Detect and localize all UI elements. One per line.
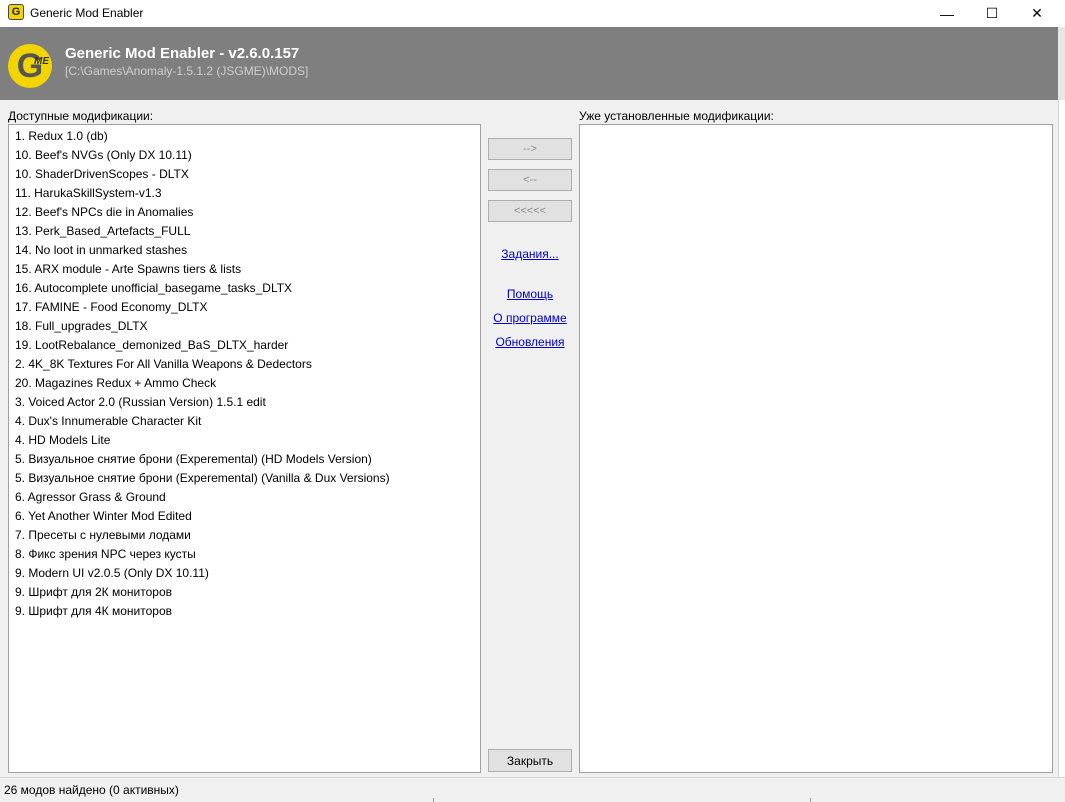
installed-mods-list[interactable] — [579, 124, 1053, 773]
status-bar: 26 модов найдено (0 активных) — [0, 777, 1065, 802]
header-edge — [1058, 27, 1065, 100]
available-mod-item[interactable]: 13. Perk_Based_Artefacts_FULL — [9, 222, 480, 241]
available-mod-item[interactable]: 4. HD Models Lite — [9, 431, 480, 450]
available-mod-item[interactable]: 6. Yet Another Winter Mod Edited — [9, 507, 480, 526]
available-mod-item[interactable]: 6. Agressor Grass & Ground — [9, 488, 480, 507]
mods-path: [C:\Games\Anomaly-1.5.1.2 (JSGME)\MODS] — [65, 64, 309, 78]
available-mod-item[interactable]: 17. FAMINE - Food Economy_DLTX — [9, 298, 480, 317]
background-window-edge — [1058, 100, 1065, 777]
about-link[interactable]: О программе — [484, 311, 576, 325]
available-mod-item[interactable]: 5. Визуальное снятие брони (Experemental… — [9, 469, 480, 488]
available-mod-item[interactable]: 3. Voiced Actor 2.0 (Russian Version) 1.… — [9, 393, 480, 412]
available-mod-item[interactable]: 10. ShaderDrivenScopes - DLTX — [9, 165, 480, 184]
window-title: Generic Mod Enabler — [30, 6, 144, 20]
gme-logo-icon: G ME — [8, 44, 52, 88]
tasks-link[interactable]: Задания... — [484, 247, 576, 261]
available-mod-item[interactable]: 9. Шрифт для 4К мониторов — [9, 602, 480, 621]
minimize-button[interactable]: — — [924, 0, 970, 27]
deactivate-all-button[interactable]: <<<<< — [488, 200, 572, 222]
available-mod-item[interactable]: 20. Magazines Redux + Ammo Check — [9, 374, 480, 393]
window-titlebar: G Generic Mod Enabler — ☐ ✕ — [0, 0, 1065, 27]
app-icon: G — [8, 4, 24, 20]
deactivate-mod-button[interactable]: <-- — [488, 169, 572, 191]
available-mod-item[interactable]: 9. Шрифт для 2К мониторов — [9, 583, 480, 602]
maximize-button[interactable]: ☐ — [969, 0, 1015, 27]
status-text: 26 модов найдено (0 активных) — [4, 783, 179, 797]
available-mod-item[interactable]: 10. Beef's NVGs (Only DX 10.11) — [9, 146, 480, 165]
available-mod-item[interactable]: 1. Redux 1.0 (db) — [9, 127, 480, 146]
available-mod-item[interactable]: 12. Beef's NPCs die in Anomalies — [9, 203, 480, 222]
status-divider — [810, 798, 811, 802]
available-mods-list[interactable]: 1. Redux 1.0 (db) 10. Beef's NVGs (Only D… — [8, 124, 481, 773]
available-mod-item[interactable]: 7. Пресеты с нулевыми лодами — [9, 526, 480, 545]
close-button[interactable]: Закрыть — [488, 749, 572, 772]
close-window-button[interactable]: ✕ — [1014, 0, 1060, 27]
updates-link[interactable]: Обновления — [484, 335, 576, 349]
available-mod-item[interactable]: 16. Autocomplete unofficial_basegame_tas… — [9, 279, 480, 298]
available-mod-item[interactable]: 11. HarukaSkillSystem-v1.3 — [9, 184, 480, 203]
installed-mods-label: Уже установленные модификации: — [579, 109, 774, 123]
available-mod-item[interactable]: 8. Фикс зрения NPC через кусты — [9, 545, 480, 564]
logo-sub: ME — [34, 56, 49, 67]
status-divider — [433, 798, 434, 802]
available-mods-label: Доступные модификации: — [8, 109, 154, 123]
available-mod-item[interactable]: 14. No loot in unmarked stashes — [9, 241, 480, 260]
available-mod-item[interactable]: 2. 4K_8K Textures For All Vanilla Weapon… — [9, 355, 480, 374]
app-title: Generic Mod Enabler - v2.6.0.157 — [65, 45, 300, 62]
activate-mod-button[interactable]: --> — [488, 138, 572, 160]
available-mod-item[interactable]: 19. LootRebalance_demonized_BaS_DLTX_har… — [9, 336, 480, 355]
available-mod-item[interactable]: 9. Modern UI v2.0.5 (Only DX 10.11) — [9, 564, 480, 583]
available-mod-item[interactable]: 4. Dux's Innumerable Character Kit — [9, 412, 480, 431]
app-header: G ME Generic Mod Enabler - v2.6.0.157 [C… — [0, 27, 1058, 100]
available-mod-item[interactable]: 18. Full_upgrades_DLTX — [9, 317, 480, 336]
available-mod-item[interactable]: 15. ARX module - Arte Spawns tiers & lis… — [9, 260, 480, 279]
help-link[interactable]: Помощь — [484, 287, 576, 301]
available-mod-item[interactable]: 5. Визуальное снятие брони (Experemental… — [9, 450, 480, 469]
